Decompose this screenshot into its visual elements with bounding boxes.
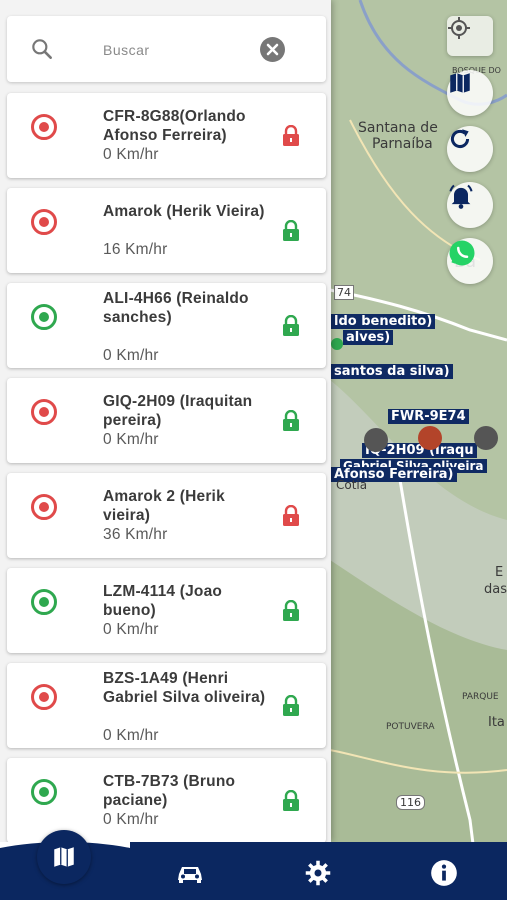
lock-closed-icon[interactable]	[282, 504, 300, 532]
status-dot	[39, 312, 49, 322]
vehicle-speed: 0 Km/hr	[103, 621, 159, 638]
alerts-button[interactable]	[447, 182, 493, 228]
bell-icon	[449, 184, 473, 209]
status-dot	[39, 407, 49, 417]
vehicle-card[interactable]: ALI-4H66 (Reinaldo sanches) 0 Km/hr	[7, 283, 326, 368]
lock-closed-icon[interactable]	[282, 124, 300, 152]
vehicle-status-icon	[31, 779, 57, 805]
nav-info-button[interactable]	[424, 858, 464, 888]
status-dot	[39, 122, 49, 132]
vehicle-status-icon	[31, 304, 57, 330]
vehicle-status-icon	[31, 209, 57, 235]
vehicle-card[interactable]: LZM-4114 (Joao bueno) 0 Km/hr	[7, 568, 326, 653]
vehicle-name: BZS-1A49 (Henri Gabriel Silva oliveira)	[103, 670, 266, 706]
vehicle-name: ALI-4H66 (Reinaldo sanches)	[103, 290, 249, 326]
lock-open-icon[interactable]	[282, 599, 300, 627]
vehicle-markers[interactable]	[360, 420, 500, 460]
car-icon	[178, 867, 202, 883]
vehicle-status-icon	[31, 684, 57, 710]
map-icon	[450, 73, 470, 93]
nav-vehicles-button[interactable]	[170, 858, 210, 888]
vehicle-map-label: alves)	[343, 330, 394, 345]
vehicle-card[interactable]: CTB-7B73 (Bruno paciane) 0 Km/hr	[7, 758, 326, 842]
vehicle-card[interactable]: GIQ-2H09 (Iraquitan pereira) 0 Km/hr	[7, 378, 326, 463]
map-road-116: 116	[396, 795, 425, 810]
vehicle-speed: 36 Km/hr	[103, 526, 168, 543]
status-dot	[39, 597, 49, 607]
lock-open-icon[interactable]	[282, 314, 300, 342]
vehicle-name: CFR-8G88(Orlando Afonso Ferreira)	[103, 108, 246, 144]
vehicle-name: GIQ-2H09 (Iraquitan pereira)	[103, 393, 253, 429]
gear-icon	[305, 860, 331, 886]
locate-me-button[interactable]	[447, 16, 493, 56]
close-icon	[266, 43, 279, 56]
refresh-button[interactable]	[447, 126, 493, 172]
vehicle-speed: 0 Km/hr	[103, 811, 159, 828]
map-label-cotia: Cotia	[336, 478, 368, 492]
status-dot	[39, 692, 49, 702]
vehicle-map-label: santos da silva)	[331, 364, 453, 379]
lock-open-icon[interactable]	[282, 694, 300, 722]
info-icon	[431, 860, 457, 886]
lock-open-icon[interactable]	[282, 409, 300, 437]
vehicle-name: Amarok 2 (Herik vieira)	[103, 488, 225, 524]
vehicle-name: LZM-4114 (Joao bueno)	[103, 583, 223, 619]
map-label-das: das	[484, 582, 507, 597]
map-label-santana: Santana de	[358, 120, 438, 136]
map-type-button[interactable]	[447, 70, 493, 116]
vehicle-status-icon	[31, 494, 57, 520]
map-label-parnaiba: Parnaíba	[372, 136, 433, 152]
vehicle-card[interactable]: Amarok (Herik Vieira) 16 Km/hr	[7, 188, 326, 273]
vehicle-card[interactable]: CFR-8G88(Orlando Afonso Ferreira) 0 Km/hr	[7, 93, 326, 178]
nav-settings-button[interactable]	[298, 858, 338, 888]
vehicle-speed: 16 Km/hr	[103, 241, 168, 258]
vehicle-speed: 0 Km/hr	[103, 727, 159, 744]
status-dot	[39, 787, 49, 797]
refresh-icon	[450, 129, 470, 149]
whatsapp-icon	[449, 240, 475, 266]
status-dot	[39, 502, 49, 512]
lock-open-icon[interactable]	[282, 789, 300, 817]
clear-search-button[interactable]	[260, 37, 285, 62]
status-dot	[39, 217, 49, 227]
search-bar	[7, 16, 326, 82]
vehicle-map-label: ldo benedito)	[331, 314, 436, 329]
vehicle-speed: 0 Km/hr	[103, 347, 159, 364]
vehicle-status-icon	[31, 399, 57, 425]
map-label-ita: Ita	[488, 715, 505, 730]
map-road-74: 74	[334, 285, 354, 300]
vehicle-status-icon	[31, 114, 57, 140]
vehicle-card[interactable]: BZS-1A49 (Henri Gabriel Silva oliveira) 0…	[7, 663, 326, 748]
vehicle-speed: 0 Km/hr	[103, 146, 159, 163]
vehicle-list-panel: CFR-8G88(Orlando Afonso Ferreira) 0 Km/hr…	[0, 0, 331, 842]
map-label-potuvera: POTUVERA	[386, 722, 435, 732]
map-label-e: E	[495, 565, 504, 580]
vehicle-card[interactable]: Amarok 2 (Herik vieira) 36 Km/hr	[7, 473, 326, 558]
nav-map-button[interactable]	[37, 830, 91, 884]
map-icon	[54, 847, 74, 867]
search-icon[interactable]	[29, 36, 55, 62]
vehicle-speed: 0 Km/hr	[103, 431, 159, 448]
lock-open-icon[interactable]	[282, 219, 300, 247]
vehicle-name: Amarok (Herik Vieira)	[103, 203, 265, 220]
whatsapp-button[interactable]	[447, 238, 493, 284]
vehicle-name: CTB-7B73 (Bruno paciane)	[103, 773, 236, 809]
crosshair-icon	[448, 17, 470, 39]
search-input[interactable]	[101, 36, 245, 64]
map-label-parque: PARQUE	[462, 692, 499, 702]
vehicle-status-icon	[31, 589, 57, 615]
vehicle-marker-green[interactable]	[330, 334, 344, 354]
